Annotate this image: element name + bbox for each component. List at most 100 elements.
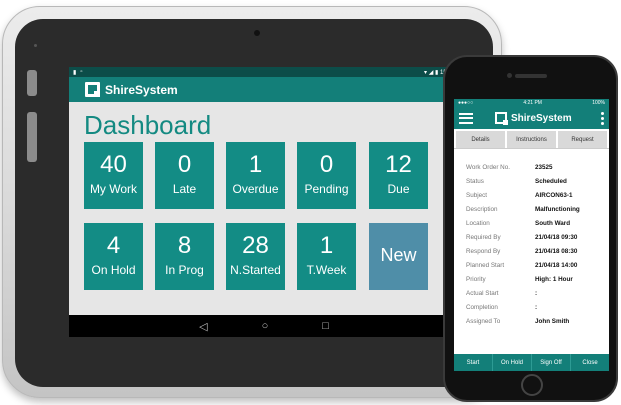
more-options-icon[interactable] xyxy=(601,112,604,125)
new-button-label: New xyxy=(380,245,417,265)
detail-value: Scheduled xyxy=(535,177,567,185)
tablet-sensor xyxy=(34,44,37,47)
start-button[interactable]: Start xyxy=(454,354,493,371)
tab-request[interactable]: Request xyxy=(558,131,607,148)
detail-value: : xyxy=(535,289,538,297)
detail-value: 21/04/18 08:30 xyxy=(535,247,578,255)
tile-label: Overdue xyxy=(232,182,279,196)
detail-key: Actual Start xyxy=(466,289,499,297)
tile-label: In Prog xyxy=(165,263,204,277)
close-button[interactable]: Close xyxy=(571,354,609,371)
android-nav-bar: ◁ ○ □ xyxy=(69,315,459,337)
detail-value: South Ward xyxy=(535,219,571,227)
detail-key: Respond By xyxy=(466,247,501,255)
tile-label: Late xyxy=(172,182,197,196)
phone-app-name: ShireSystem xyxy=(511,112,572,124)
tile-label: Pending xyxy=(304,182,349,196)
tile-in-progress[interactable]: 8 In Prog xyxy=(155,223,214,290)
tile-pending[interactable]: 0 Pending xyxy=(297,142,356,209)
detail-value: AIRCON63-1 xyxy=(535,191,573,199)
tile-count: 0 xyxy=(177,151,192,178)
tile-count: 12 xyxy=(385,151,412,178)
tablet-app-bar: ShireSystem xyxy=(69,77,459,102)
image-notification-icon: ▫ xyxy=(80,68,83,75)
detail-value: 23525 xyxy=(535,163,553,171)
detail-row: Completion: xyxy=(466,300,609,314)
back-icon[interactable]: ◁ xyxy=(199,320,207,333)
tablet-status-bar: ▮ ▫ ▾ ◢ ▮ 15:16 xyxy=(69,67,459,77)
detail-row: Required By 21/04/18 09:30 xyxy=(466,230,609,244)
detail-row: Work Order No. 23525 xyxy=(466,160,609,174)
tile-due[interactable]: 12 Due xyxy=(369,142,428,209)
tab-instructions[interactable]: Instructions xyxy=(507,131,556,148)
detail-row: Planned Start 21/04/18 14:00 xyxy=(466,258,609,272)
phone-home-button[interactable] xyxy=(521,374,543,396)
detail-row: Subject AIRCON63-1 xyxy=(466,188,609,202)
phone-clock: 4:21 PM xyxy=(523,100,542,106)
tile-this-week[interactable]: 1 T.Week xyxy=(297,223,356,290)
phone-camera xyxy=(507,73,512,78)
notification-icon: ▮ xyxy=(73,69,77,76)
tablet-volume-button xyxy=(27,70,37,96)
detail-row: Status Scheduled xyxy=(466,174,609,188)
tile-count: 0 xyxy=(319,151,334,178)
phone-screen: ●●●○○ 4:21 PM 100% ShireSystem Details I… xyxy=(454,99,609,371)
phone-speaker xyxy=(515,74,547,78)
tile-label: T.Week xyxy=(306,263,347,277)
wifi-icon: ▾ xyxy=(424,69,428,76)
detail-value: High: 1 Hour xyxy=(535,275,573,283)
detail-key: Planned Start xyxy=(466,261,505,269)
sign-off-button[interactable]: Sign Off xyxy=(532,354,571,371)
detail-row: Priority High: 1 Hour xyxy=(466,272,609,286)
detail-value: : xyxy=(535,303,538,311)
tablet-camera xyxy=(254,30,260,36)
tile-on-hold[interactable]: 4 On Hold xyxy=(84,223,143,290)
detail-key: Work Order No. xyxy=(466,163,510,171)
tile-late[interactable]: 0 Late xyxy=(155,142,214,209)
tile-count: 1 xyxy=(319,232,334,259)
detail-key: Assigned To xyxy=(466,317,501,325)
phone-tabs: Details Instructions Request xyxy=(454,129,609,149)
tile-my-work[interactable]: 40 My Work xyxy=(84,142,143,209)
device-showcase: ▮ ▫ ▾ ◢ ▮ 15:16 ShireSystem Dashboard 40… xyxy=(0,0,621,405)
menu-icon[interactable] xyxy=(459,112,473,124)
detail-value: John Smith xyxy=(535,317,570,325)
signal-icon: ●●●○○ xyxy=(458,100,474,106)
work-order-details: Work Order No. 23525 Status Scheduled Subj… xyxy=(454,149,609,328)
tile-label: N.Started xyxy=(230,263,281,277)
detail-key: Description xyxy=(466,205,498,213)
detail-key: Completion xyxy=(466,303,498,311)
phone-action-bar: Start On Hold Sign Off Close xyxy=(454,354,609,371)
detail-row: Description Malfunctioning xyxy=(466,202,609,216)
battery-level: 100% xyxy=(592,100,605,106)
tile-count: 40 xyxy=(100,151,127,178)
phone-device: ●●●○○ 4:21 PM 100% ShireSystem Details I… xyxy=(443,55,618,402)
detail-row: Assigned To John Smith xyxy=(466,314,609,328)
phone-app-bar: ShireSystem xyxy=(454,107,609,129)
recent-apps-icon[interactable]: □ xyxy=(322,320,329,332)
tile-count: 4 xyxy=(106,232,121,259)
detail-value: Malfunctioning xyxy=(535,205,580,213)
tablet-screen: ▮ ▫ ▾ ◢ ▮ 15:16 ShireSystem Dashboard 40… xyxy=(69,67,459,337)
shiresystem-logo-icon xyxy=(85,82,100,97)
tablet-power-button xyxy=(27,112,37,162)
new-work-order-button[interactable]: New xyxy=(369,223,428,290)
detail-value: 21/04/18 14:00 xyxy=(535,261,578,269)
detail-value: 21/04/18 09:30 xyxy=(535,233,578,241)
detail-row: Actual Start: xyxy=(466,286,609,300)
detail-row: Location South Ward xyxy=(466,216,609,230)
tab-details[interactable]: Details xyxy=(456,131,505,148)
tile-count: 28 xyxy=(242,232,269,259)
detail-row: Respond By 21/04/18 08:30 xyxy=(466,244,609,258)
shiresystem-logo-icon xyxy=(495,112,508,125)
detail-key: Required By xyxy=(466,233,501,241)
phone-status-bar: ●●●○○ 4:21 PM 100% xyxy=(454,99,609,107)
tile-overdue[interactable]: 1 Overdue xyxy=(226,142,285,209)
detail-key: Priority xyxy=(466,275,486,283)
tablet-app-name: ShireSystem xyxy=(105,82,178,97)
detail-key: Subject xyxy=(466,191,488,199)
tile-not-started[interactable]: 28 N.Started xyxy=(226,223,285,290)
tile-count: 1 xyxy=(248,151,263,178)
home-icon[interactable]: ○ xyxy=(262,320,269,332)
on-hold-button[interactable]: On Hold xyxy=(493,354,532,371)
